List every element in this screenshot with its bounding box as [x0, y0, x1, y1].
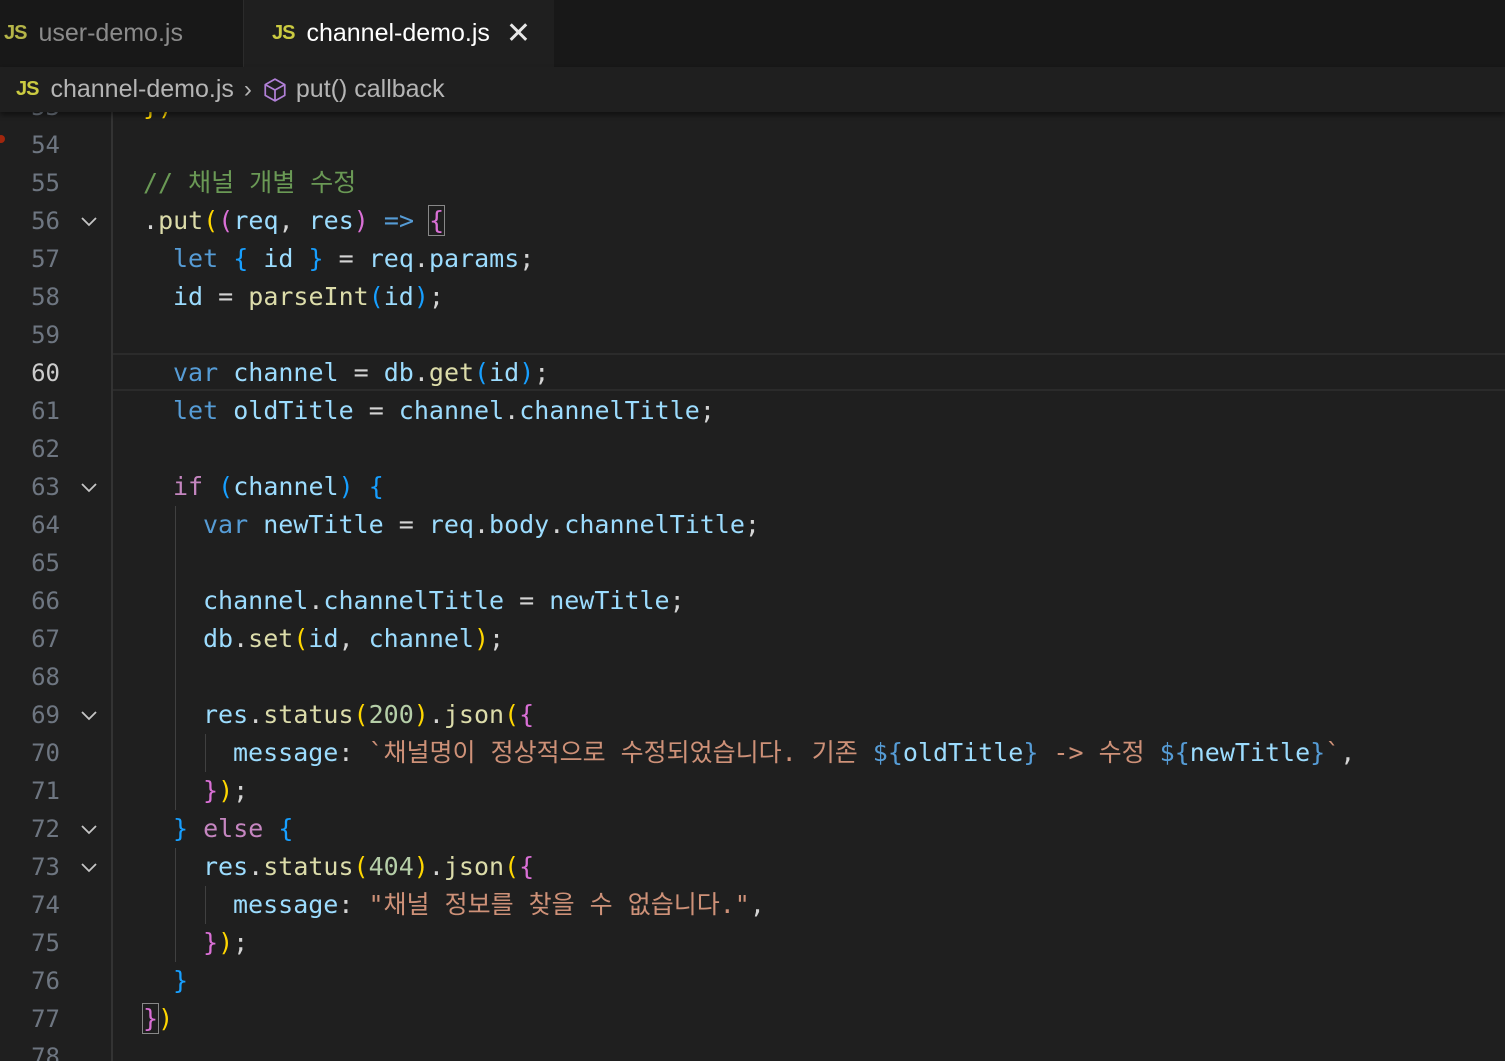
- line-number: 66: [31, 587, 60, 615]
- code-line: // 채널 개별 수정: [143, 164, 356, 202]
- line-number-current: 60: [31, 359, 60, 387]
- code-line: var newTitle = req.body.channelTitle;: [203, 510, 760, 539]
- code-line-current: var channel = db.get(id);: [173, 358, 550, 387]
- code-line: });: [203, 928, 249, 957]
- line-number: 75: [31, 929, 60, 957]
- line-number: 55: [31, 169, 60, 197]
- code-line: id = parseInt(id);: [173, 282, 444, 311]
- fold-chevron-down-icon[interactable]: [78, 468, 100, 506]
- line-number: 62: [31, 435, 60, 463]
- breadcrumb-symbol[interactable]: put() callback: [296, 75, 445, 104]
- line-number: 71: [31, 777, 60, 805]
- fold-chevron-down-icon[interactable]: [78, 202, 100, 240]
- tab-label: channel-demo.js: [306, 19, 490, 47]
- line-number: 59: [31, 321, 60, 349]
- line-number: 77: [31, 1005, 60, 1033]
- fold-chevron-down-icon[interactable]: [78, 848, 100, 886]
- code-line: }: [173, 966, 189, 995]
- code-lines[interactable]: }) // 채널 개별 수정 .put((req, res) => { let …: [113, 112, 1505, 1061]
- line-number: 70: [31, 739, 60, 767]
- tab-bar: JS user-demo.js JS channel-demo.js ✕: [0, 0, 1505, 67]
- line-number: 53: [0, 112, 60, 126]
- code-line: res.status(404).json({: [203, 852, 535, 881]
- js-file-icon: JS: [16, 78, 39, 100]
- code-line: if (channel) {: [173, 472, 384, 501]
- js-file-icon: JS: [272, 22, 295, 44]
- line-number: 68: [31, 663, 60, 691]
- line-number: 76: [31, 967, 60, 995]
- code-editor[interactable]: 53 54 55 56 57 58 59 60 61 62 63 64 65 6…: [0, 112, 1505, 1061]
- code-line: message: `채널명이 정상적으로 수정되었습니다. 기존 ${oldTi…: [233, 738, 1356, 767]
- code-line: let oldTitle = channel.channelTitle;: [173, 396, 715, 425]
- line-number: 69: [31, 701, 60, 729]
- fold-chevron-down-icon[interactable]: [78, 810, 100, 848]
- line-number: 74: [31, 891, 60, 919]
- indent-guide: [205, 734, 206, 772]
- js-file-icon: JS: [4, 22, 27, 44]
- code-line: channel.channelTitle = newTitle;: [203, 586, 685, 615]
- chevron-right-icon: ›: [243, 75, 252, 103]
- line-number: 58: [31, 283, 60, 311]
- tab-user-demo[interactable]: JS user-demo.js: [0, 0, 244, 67]
- code-line: .put((req, res) => {: [143, 205, 446, 236]
- breadcrumb-file[interactable]: channel-demo.js: [50, 75, 233, 104]
- indent-guide: [175, 506, 176, 810]
- code-line: message: "채널 정보를 찾을 수 없습니다.",: [233, 890, 765, 919]
- symbol-method-icon: [264, 77, 286, 102]
- line-number: 57: [31, 245, 60, 273]
- code-line: db.set(id, channel);: [203, 624, 505, 653]
- line-number-gutter: 53 54 55 56 57 58 59 60 61 62 63 64 65 6…: [0, 112, 112, 1061]
- fold-chevron-down-icon[interactable]: [78, 696, 100, 734]
- line-number: 72: [31, 815, 60, 843]
- indent-guide: [175, 848, 176, 962]
- comment: // 채널 개별 수정: [143, 168, 357, 197]
- close-icon[interactable]: ✕: [506, 18, 531, 49]
- indent-guide: [205, 886, 206, 924]
- line-number: 61: [31, 397, 60, 425]
- code-line: }): [143, 112, 173, 126]
- code-line: });: [203, 776, 249, 805]
- line-number: 56: [31, 207, 60, 235]
- code-line: }): [141, 1003, 174, 1034]
- line-number: 64: [31, 511, 60, 539]
- line-number: 65: [31, 549, 60, 577]
- tab-label: user-demo.js: [38, 19, 183, 47]
- breadcrumb: JS channel-demo.js › put() callback: [0, 67, 1505, 112]
- line-number: 78: [31, 1043, 60, 1061]
- line-number: 73: [31, 853, 60, 881]
- tab-channel-demo[interactable]: JS channel-demo.js ✕: [244, 0, 554, 67]
- code-line: } else {: [173, 814, 294, 843]
- line-number: 67: [31, 625, 60, 653]
- code-line: res.status(200).json({: [203, 700, 535, 729]
- code-line: let { id } = req.params;: [173, 244, 535, 273]
- line-number: 54: [31, 131, 60, 159]
- line-number: 63: [31, 473, 60, 501]
